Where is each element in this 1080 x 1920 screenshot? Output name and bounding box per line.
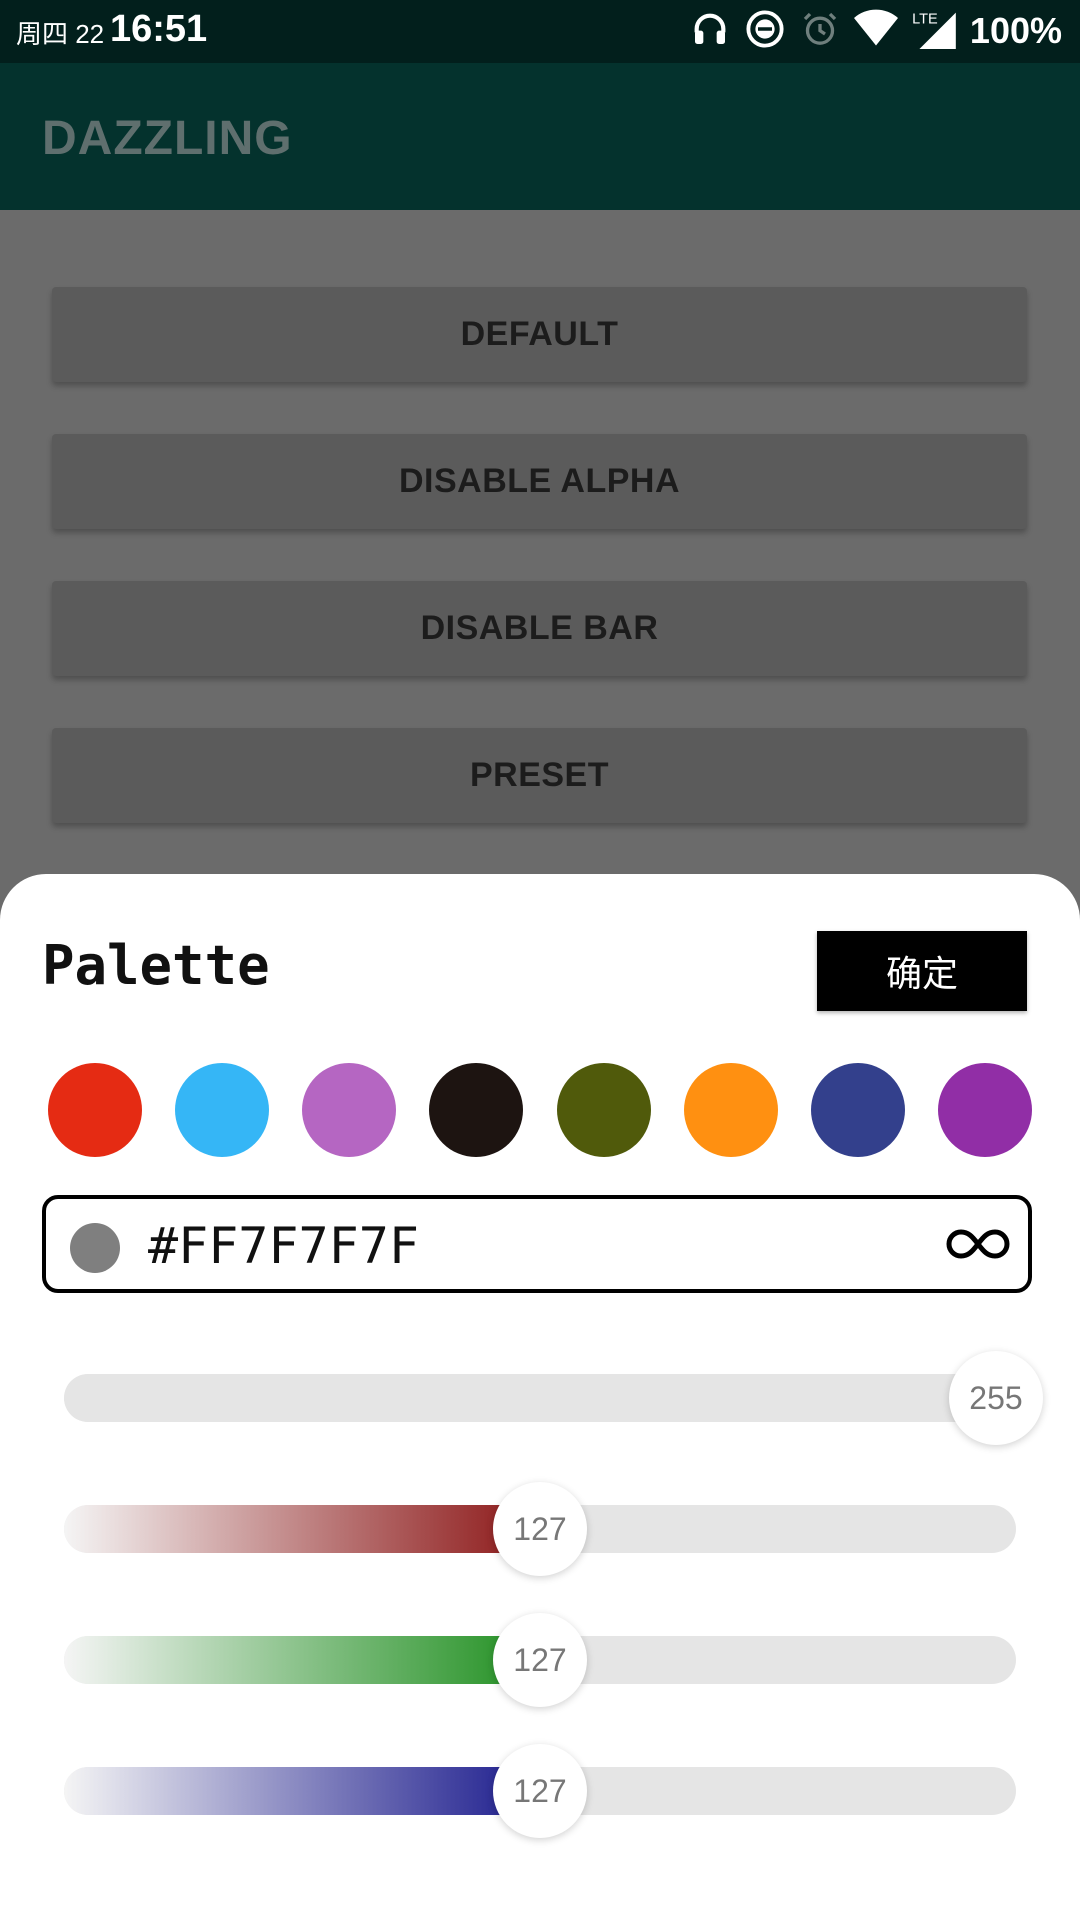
blue-fill [64, 1767, 540, 1815]
wifi-icon [853, 9, 898, 54]
do-not-disturb-icon [744, 8, 786, 55]
confirm-button[interactable]: 确定 [817, 931, 1027, 1011]
disable-alpha-button[interactable]: DISABLE ALPHA [52, 434, 1027, 529]
swatch-indigo[interactable] [810, 1063, 905, 1157]
red-fill [64, 1505, 540, 1553]
palette-title: Palette [42, 934, 270, 997]
default-button[interactable]: DEFAULT [52, 287, 1027, 382]
green-slider[interactable]: 127 [64, 1613, 1016, 1707]
red-thumb[interactable]: 127 [493, 1482, 587, 1576]
palette-sheet: Palette 确定 #FF7F7F7F 255 127 127 127 [0, 874, 1080, 1920]
red-slider[interactable]: 127 [64, 1482, 1016, 1576]
app-bar: DAZZLING [0, 63, 1080, 210]
swatch-red[interactable] [48, 1063, 142, 1157]
alpha-track [64, 1374, 1016, 1422]
status-date: 周四 22 [16, 19, 105, 49]
green-fill [64, 1636, 540, 1684]
alpha-fill [64, 1374, 1016, 1422]
green-thumb[interactable]: 127 [493, 1613, 587, 1707]
signal-icon: LTE [912, 9, 956, 54]
swatch-orange[interactable] [683, 1063, 778, 1157]
swatch-purple[interactable] [937, 1063, 1032, 1157]
blue-slider[interactable]: 127 [64, 1744, 1016, 1838]
link-icon[interactable] [946, 1225, 1010, 1268]
preset-button[interactable]: PRESET [52, 728, 1027, 823]
blue-thumb[interactable]: 127 [493, 1744, 587, 1838]
hex-input[interactable]: #FF7F7F7F [42, 1195, 1032, 1293]
svg-text:LTE: LTE [912, 11, 938, 27]
alpha-slider[interactable]: 255 [64, 1351, 1043, 1445]
status-time: 16:51 [110, 8, 208, 50]
hex-value[interactable]: #FF7F7F7F [148, 1217, 419, 1275]
status-bar: 周四 22 16:51 LTE 100% [0, 0, 1080, 63]
battery-level: 100% [969, 10, 1062, 51]
swatch-olive[interactable] [556, 1063, 651, 1157]
swatch-light-blue[interactable] [175, 1063, 270, 1157]
disable-bar-button[interactable]: DISABLE BAR [52, 581, 1027, 676]
app-title: DAZZLING [42, 112, 293, 165]
headphones-icon [690, 9, 730, 54]
alpha-thumb[interactable]: 255 [949, 1351, 1043, 1445]
swatch-lavender[interactable] [302, 1063, 397, 1157]
alarm-icon [800, 9, 840, 54]
color-preview-dot [70, 1223, 120, 1273]
swatch-black[interactable] [429, 1063, 524, 1157]
status-icons: LTE 100% [690, 8, 1062, 54]
color-swatches [48, 1063, 1032, 1157]
